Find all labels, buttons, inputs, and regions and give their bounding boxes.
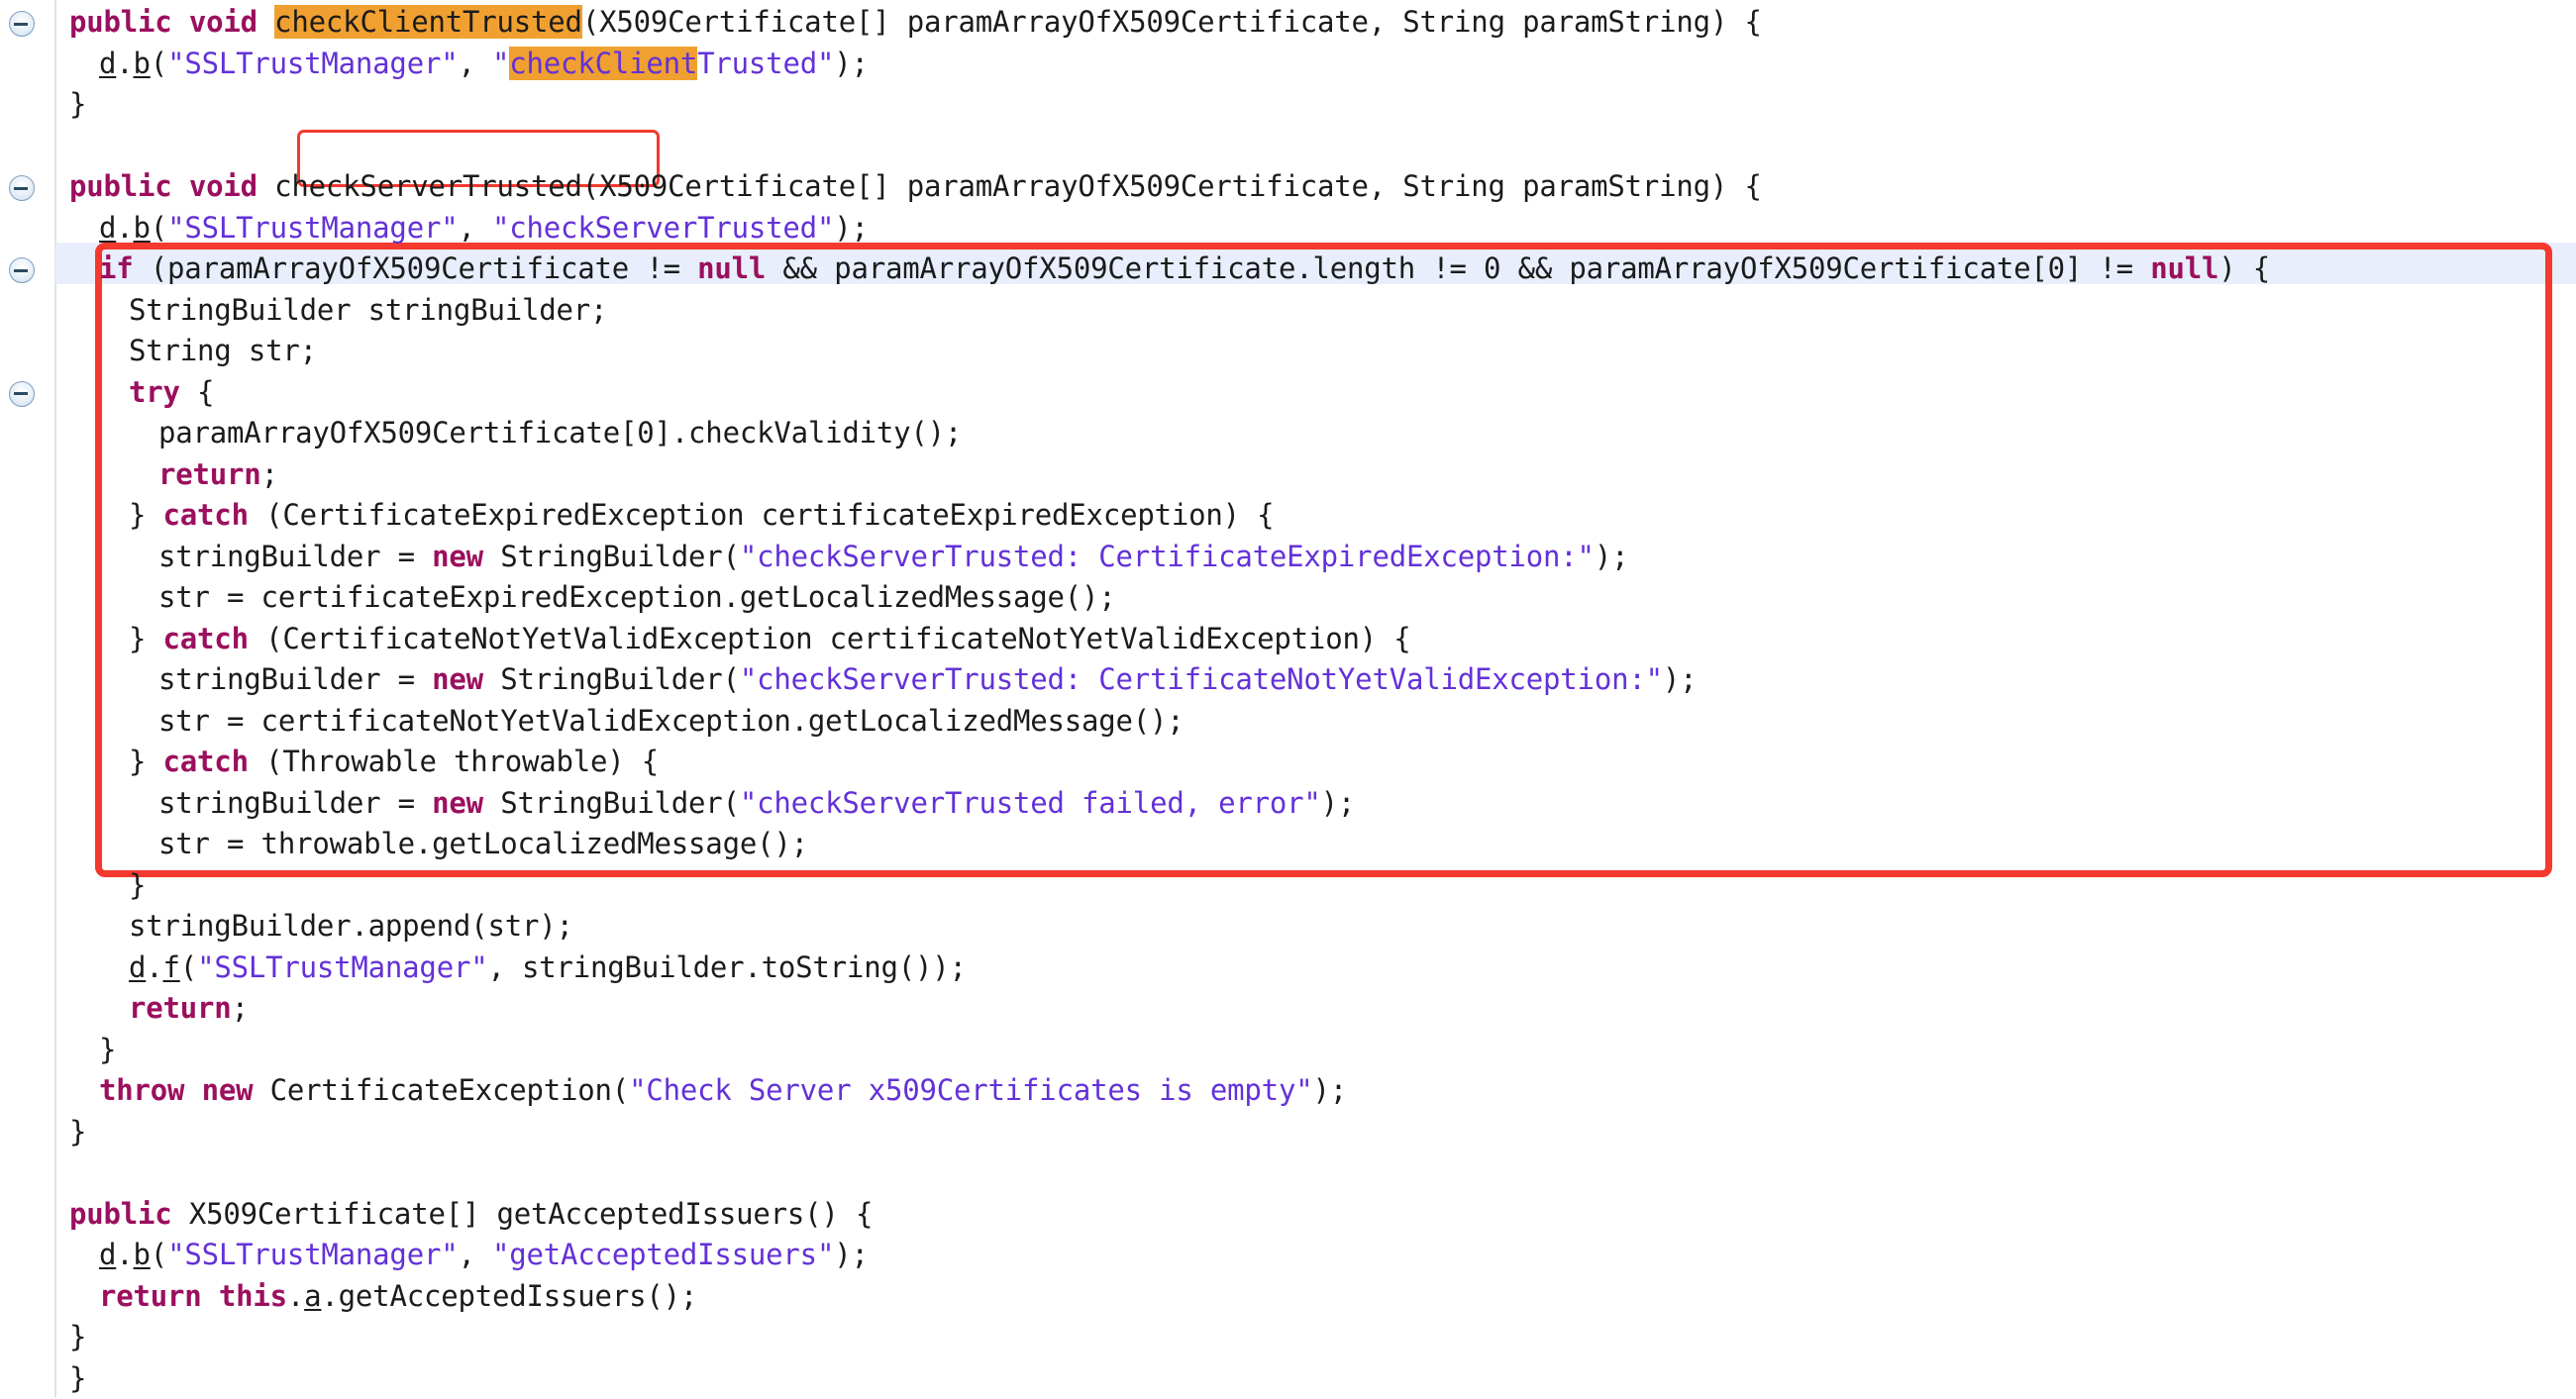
- code-line-text: }: [0, 84, 86, 126]
- code-line-text: return;: [0, 988, 249, 1030]
- code-line-text: public X509Certificate[] getAcceptedIssu…: [0, 1194, 873, 1236]
- code-line[interactable]: [0, 1152, 2576, 1194]
- code-line-text: return;: [0, 454, 278, 496]
- code-line[interactable]: stringBuilder = new StringBuilder("check…: [0, 783, 2576, 825]
- code-line[interactable]: d.b("SSLTrustManager", "getAcceptedIssue…: [0, 1235, 2576, 1276]
- code-line[interactable]: StringBuilder stringBuilder;: [0, 290, 2576, 332]
- code-line-text: str = throwable.getLocalizedMessage();: [0, 824, 808, 865]
- code-line-text: if (paramArrayOfX509Certificate != null …: [0, 249, 2270, 290]
- code-line[interactable]: d.b("SSLTrustManager", "checkClientTrust…: [0, 44, 2576, 85]
- code-line[interactable]: String str;: [0, 331, 2576, 372]
- code-line[interactable]: [0, 126, 2576, 167]
- code-line-text: } catch (CertificateExpiredException cer…: [0, 495, 1274, 537]
- code-line[interactable]: public void checkServerTrusted(X509Certi…: [0, 166, 2576, 208]
- code-line-text: throw new CertificateException("Check Se…: [0, 1070, 1347, 1112]
- code-line[interactable]: str = certificateExpiredException.getLoc…: [0, 577, 2576, 619]
- code-line-text: d.b("SSLTrustManager", "getAcceptedIssue…: [0, 1235, 869, 1276]
- code-line[interactable]: }: [0, 1317, 2576, 1358]
- code-line[interactable]: paramArrayOfX509Certificate[0].checkVali…: [0, 413, 2576, 454]
- code-line[interactable]: public X509Certificate[] getAcceptedIssu…: [0, 1194, 2576, 1236]
- code-line[interactable]: stringBuilder = new StringBuilder("check…: [0, 537, 2576, 578]
- code-line[interactable]: str = certificateNotYetValidException.ge…: [0, 701, 2576, 743]
- code-line-text: str = certificateExpiredException.getLoc…: [0, 577, 1116, 619]
- code-line[interactable]: }: [0, 1112, 2576, 1153]
- code-line-text: }: [0, 1358, 86, 1399]
- code-line-text: } catch (CertificateNotYetValidException…: [0, 619, 1411, 660]
- code-line[interactable]: } catch (CertificateNotYetValidException…: [0, 619, 2576, 660]
- code-line-text: } catch (Throwable throwable) {: [0, 742, 659, 783]
- code-line-text: stringBuilder = new StringBuilder("check…: [0, 537, 1628, 578]
- code-line-text: }: [0, 1030, 116, 1071]
- code-line-text: }: [0, 865, 146, 907]
- code-line[interactable]: } catch (CertificateExpiredException cer…: [0, 495, 2576, 537]
- code-line-text: stringBuilder = new StringBuilder("check…: [0, 783, 1355, 825]
- code-line[interactable]: return;: [0, 988, 2576, 1030]
- code-line-text: stringBuilder.append(str);: [0, 906, 573, 948]
- code-line-text: paramArrayOfX509Certificate[0].checkVali…: [0, 413, 962, 454]
- code-line[interactable]: }: [0, 1030, 2576, 1071]
- code-line-text: }: [0, 1112, 86, 1153]
- code-editor[interactable]: public void checkClientTrusted(X509Certi…: [0, 0, 2576, 1397]
- code-line-text: str = certificateNotYetValidException.ge…: [0, 701, 1185, 743]
- code-line-text: d.f("SSLTrustManager", stringBuilder.toS…: [0, 948, 967, 989]
- code-line[interactable]: }: [0, 1358, 2576, 1399]
- code-line-text: return this.a.getAcceptedIssuers();: [0, 1276, 697, 1318]
- code-line-text: public void checkClientTrusted(X509Certi…: [0, 2, 1762, 44]
- code-line[interactable]: } catch (Throwable throwable) {: [0, 742, 2576, 783]
- code-line-text: }: [0, 1317, 86, 1358]
- code-line[interactable]: d.f("SSLTrustManager", stringBuilder.toS…: [0, 948, 2576, 989]
- code-line[interactable]: }: [0, 84, 2576, 126]
- code-line-text: stringBuilder = new StringBuilder("check…: [0, 659, 1697, 701]
- code-line-text: String str;: [0, 331, 317, 372]
- code-line[interactable]: return;: [0, 454, 2576, 496]
- code-line[interactable]: throw new CertificateException("Check Se…: [0, 1070, 2576, 1112]
- code-line-text: d.b("SSLTrustManager", "checkServerTrust…: [0, 208, 869, 250]
- code-line-text: d.b("SSLTrustManager", "checkClientTrust…: [0, 44, 869, 85]
- code-line-text: try {: [0, 372, 214, 414]
- code-line[interactable]: if (paramArrayOfX509Certificate != null …: [0, 249, 2576, 290]
- code-line[interactable]: try {: [0, 372, 2576, 414]
- code-line[interactable]: public void checkClientTrusted(X509Certi…: [0, 2, 2576, 44]
- code-line[interactable]: str = throwable.getLocalizedMessage();: [0, 824, 2576, 865]
- code-line[interactable]: }: [0, 865, 2576, 907]
- code-line-text: StringBuilder stringBuilder;: [0, 290, 607, 332]
- code-line[interactable]: return this.a.getAcceptedIssuers();: [0, 1276, 2576, 1318]
- code-line[interactable]: d.b("SSLTrustManager", "checkServerTrust…: [0, 208, 2576, 250]
- code-line[interactable]: stringBuilder = new StringBuilder("check…: [0, 659, 2576, 701]
- code-content[interactable]: public void checkClientTrusted(X509Certi…: [0, 0, 2576, 1397]
- code-line[interactable]: stringBuilder.append(str);: [0, 906, 2576, 948]
- code-line-text: public void checkServerTrusted(X509Certi…: [0, 166, 1762, 208]
